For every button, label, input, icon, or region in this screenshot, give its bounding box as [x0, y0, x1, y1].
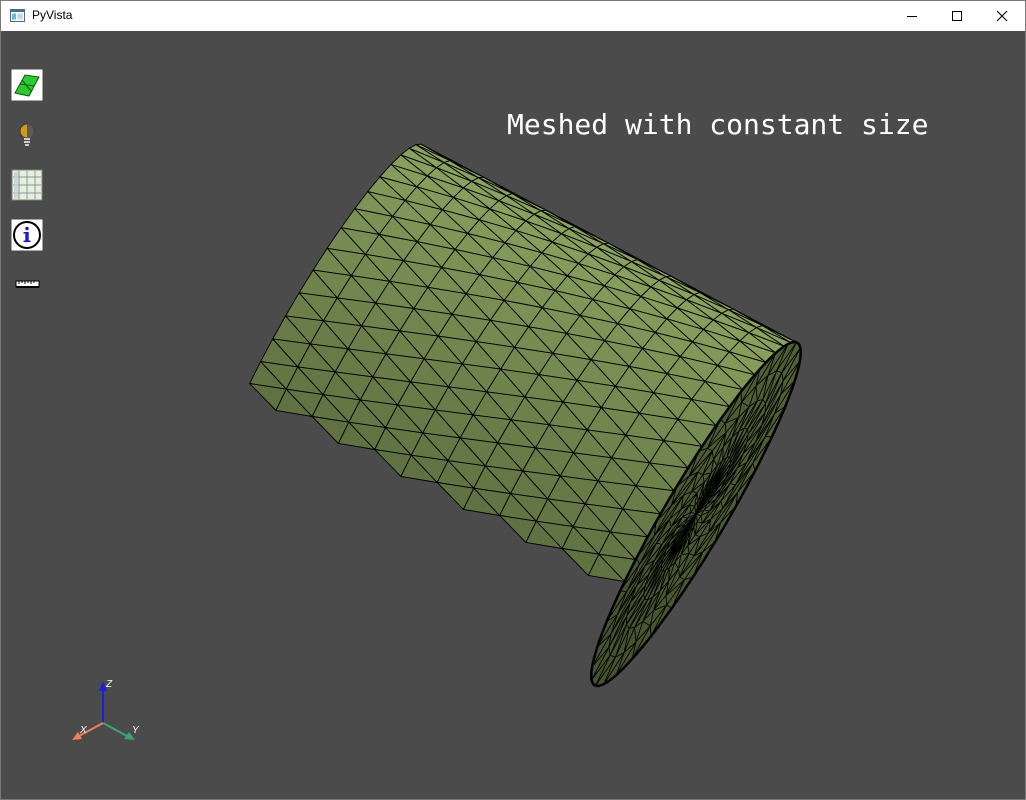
- maximize-button[interactable]: [934, 1, 980, 31]
- ruler-icon[interactable]: [11, 269, 43, 301]
- app-icon: [10, 9, 25, 22]
- y-axis-icon: [102, 722, 135, 740]
- title-bar[interactable]: PyVista: [1, 1, 1025, 31]
- light-bulb-icon[interactable]: [11, 119, 43, 151]
- maximize-icon: [952, 11, 962, 21]
- x-axis-label: X: [79, 725, 87, 736]
- info-icon[interactable]: [11, 219, 43, 251]
- window-title: PyVista: [32, 8, 73, 22]
- orientation-axes-widget: Z X Y: [72, 679, 140, 740]
- minimize-icon: [907, 16, 917, 17]
- grid-icon[interactable]: [11, 169, 43, 201]
- x-axis-icon: [72, 722, 104, 740]
- mesh-visibility-icon[interactable]: [11, 69, 43, 101]
- minimize-button[interactable]: [889, 1, 935, 31]
- pyvista-window: PyVista Meshed with constant size Z X Y: [0, 0, 1026, 800]
- close-icon: [996, 10, 1008, 22]
- cylinder-mesh[interactable]: [1, 31, 1025, 799]
- overlay-title: Meshed with constant size: [507, 108, 929, 141]
- render-viewport[interactable]: Meshed with constant size Z X Y: [1, 31, 1025, 799]
- close-button[interactable]: [979, 1, 1025, 31]
- y-axis-label: Y: [132, 725, 140, 736]
- z-axis-label: Z: [105, 679, 113, 690]
